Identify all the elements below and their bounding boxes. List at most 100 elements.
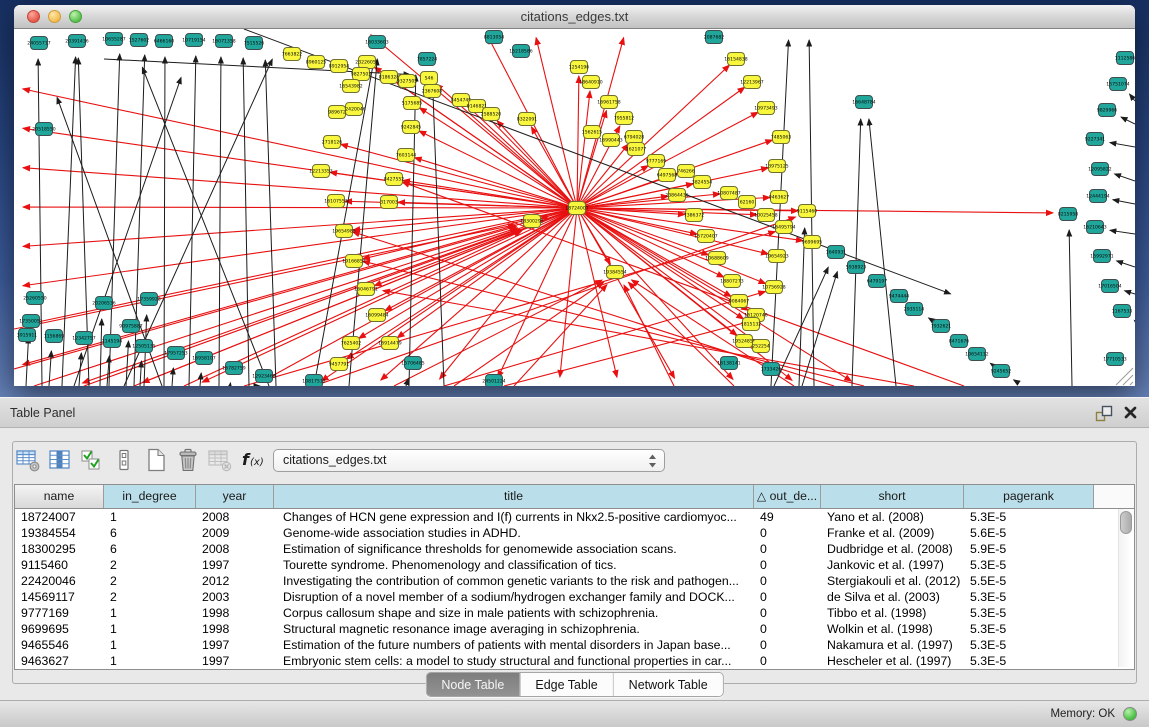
table-cell[interactable]: 5.6E-5 (964, 525, 1094, 541)
table-cell[interactable]: 0 (754, 637, 821, 653)
table-cell[interactable]: Franke et al. (2009) (821, 525, 964, 541)
graph-edge[interactable] (189, 56, 196, 386)
graph-edge[interactable] (243, 58, 249, 386)
table-cell[interactable]: 0 (754, 573, 821, 589)
table-cell[interactable]: 5.3E-5 (964, 557, 1094, 573)
graph-edge[interactable] (1110, 230, 1135, 234)
table-row[interactable]: 977716911998Corpus callosum shape and si… (15, 605, 1134, 621)
graph-edge[interactable] (265, 60, 276, 386)
column-header-indegree[interactable]: in_degree (104, 485, 196, 508)
table-cell[interactable]: Yano et al. (2008) (821, 509, 964, 525)
table-cell[interactable]: 0 (754, 541, 821, 557)
table-cell[interactable]: Jankovic et al. (1997) (821, 557, 964, 573)
table-cell[interactable]: 1 (104, 605, 196, 621)
table-cell[interactable]: 6 (104, 525, 196, 541)
graph-edge[interactable] (200, 373, 201, 386)
graph-edge[interactable] (420, 108, 577, 208)
graph-edge[interactable] (852, 119, 861, 386)
close-panel-icon[interactable] (1123, 405, 1138, 420)
table-cell[interactable]: 2 (104, 557, 196, 573)
graph-edge[interactable] (799, 228, 805, 386)
graph-edge[interactable] (577, 76, 579, 208)
table-cell[interactable]: Structural magnetic resonance image aver… (274, 621, 754, 637)
float-panel-icon[interactable] (1094, 404, 1113, 423)
table-cell[interactable]: 1 (104, 621, 196, 637)
table-cell[interactable]: 1997 (196, 637, 274, 653)
table-cell[interactable]: 14569117 (15, 589, 104, 605)
table-cell[interactable]: Stergiakouli et al. (2012) (821, 573, 964, 589)
table-cell[interactable]: 5.3E-5 (964, 605, 1094, 621)
graph-edge[interactable] (84, 229, 520, 386)
table-cell[interactable]: 22420046 (15, 573, 104, 589)
graph-edge[interactable] (504, 321, 750, 386)
table-cell[interactable]: 1 (104, 509, 196, 525)
graph-edge[interactable] (869, 119, 896, 386)
network-window-titlebar[interactable]: citations_edges.txt (14, 5, 1135, 29)
column-header-outde[interactable]: △ out_de... (754, 485, 821, 508)
table-cell[interactable]: 9465546 (15, 637, 104, 653)
graph-edge[interactable] (38, 59, 42, 386)
network-canvas[interactable]: 2405571720391436106552871527602646616010… (14, 29, 1135, 386)
column-header-short[interactable]: short (821, 485, 964, 508)
table-cell[interactable]: Nakamura et al. (1997) (821, 637, 964, 653)
tab-edge-table[interactable]: Edge Table (519, 673, 612, 696)
graph-edge[interactable] (142, 67, 269, 386)
select-all-checkboxes-icon[interactable] (78, 446, 106, 474)
table-cell[interactable]: 5.3E-5 (964, 589, 1094, 605)
graph-edge[interactable] (1117, 261, 1135, 267)
table-cell[interactable]: 18724007 (15, 509, 104, 525)
column-header-name[interactable]: name (15, 485, 104, 508)
table-cell[interactable]: Embryonic stem cells: a model to study s… (274, 653, 754, 669)
table-cell[interactable]: 2 (104, 573, 196, 589)
network-graph[interactable]: 2405571720391436106552871527602646616010… (14, 29, 1135, 386)
table-row[interactable]: 1872400712008Changes of HCN gene express… (15, 509, 1134, 525)
new-document-icon[interactable] (142, 446, 170, 474)
tab-network-table[interactable]: Network Table (613, 673, 723, 696)
table-cell[interactable]: 0 (754, 525, 821, 541)
table-cell[interactable]: 9115460 (15, 557, 104, 573)
table-row[interactable]: 911546021997Tourette syndrome. Phenomeno… (15, 557, 1134, 573)
graph-edge[interactable] (140, 361, 141, 386)
table-cell[interactable]: Wolkin et al. (1998) (821, 621, 964, 637)
table-cell[interactable]: 18300295 (15, 541, 104, 557)
graph-edge[interactable] (1130, 94, 1135, 101)
graph-edge[interactable] (1110, 143, 1135, 147)
table-row[interactable]: 2242004622012Investigating the contribut… (15, 573, 1134, 589)
table-cell[interactable]: Estimation of the future numbers of pati… (274, 637, 754, 653)
table-cell[interactable]: 0 (754, 589, 821, 605)
table-cell[interactable]: 0 (754, 605, 821, 621)
graph-edge[interactable] (628, 282, 734, 386)
graph-edge[interactable] (262, 208, 577, 382)
tab-node-table[interactable]: Node Table (426, 673, 519, 696)
scrollbar-thumb[interactable] (1120, 511, 1132, 534)
canvas-resize-grip[interactable] (1116, 368, 1133, 385)
graph-edge[interactable] (23, 207, 577, 208)
graph-edge[interactable] (385, 208, 577, 311)
table-cell[interactable]: 9777169 (15, 605, 104, 621)
table-row[interactable]: 969969511998Structural magnetic resonanc… (15, 621, 1134, 637)
graph-edge[interactable] (398, 202, 577, 208)
column-chooser-icon[interactable] (46, 446, 74, 474)
table-row[interactable]: 946554611997Estimation of the future num… (15, 637, 1134, 653)
graph-edge[interactable] (1014, 380, 1017, 382)
graph-edge[interactable] (244, 232, 775, 386)
graph-edge[interactable] (134, 55, 145, 386)
table-cell[interactable]: Changes of HCN gene expression and I(f) … (274, 509, 754, 525)
table-cell[interactable]: 1 (104, 637, 196, 653)
table-cell[interactable]: 9463627 (15, 653, 104, 669)
graph-edge[interactable] (383, 291, 914, 386)
table-cell[interactable]: 5.5E-5 (964, 573, 1094, 589)
graph-edge[interactable] (164, 57, 165, 386)
table-cell[interactable]: 0 (754, 557, 821, 573)
graph-edge[interactable] (23, 89, 577, 208)
graph-edge[interactable] (1115, 174, 1135, 181)
memory-status-indicator[interactable] (1123, 707, 1137, 721)
column-header-year[interactable]: year (196, 485, 274, 508)
function-fx-icon[interactable]: f (x) (238, 446, 272, 474)
graph-edge[interactable] (1134, 320, 1135, 321)
table-cell[interactable]: 2 (104, 589, 196, 605)
table-cell[interactable]: Disruption of a novel member of a sodium… (274, 589, 754, 605)
table-cell[interactable]: 1997 (196, 653, 274, 669)
table-cell[interactable]: 2008 (196, 509, 274, 525)
table-cell[interactable]: Investigating the contribution of common… (274, 573, 754, 589)
